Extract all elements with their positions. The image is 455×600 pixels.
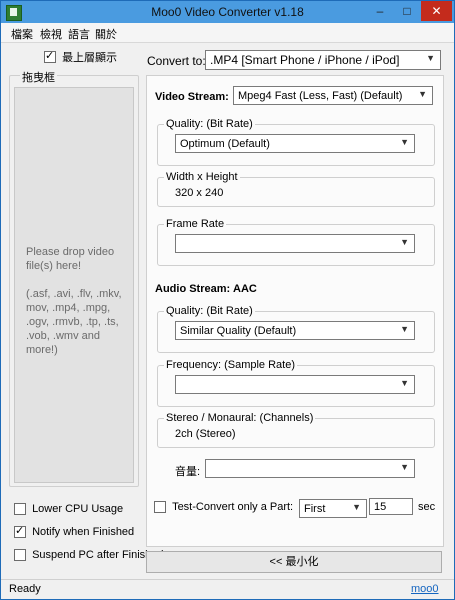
- drop-format-list: (.asf, .avi, .flv, .mkv, mov, .mp4, .mpg…: [26, 288, 122, 356]
- notify-finished-option[interactable]: Notify when Finished: [14, 524, 135, 539]
- menu-file[interactable]: 檔案: [11, 26, 33, 42]
- seconds-unit: sec: [418, 501, 436, 513]
- audio-quality-select[interactable]: Similar Quality (Default) ▼: [175, 321, 415, 340]
- audio-quality-value: Similar Quality (Default): [180, 325, 297, 337]
- audio-stream-label: Audio Stream:: [155, 283, 231, 295]
- menu-bar: 檔案 檢視 語言 關於: [1, 23, 454, 43]
- chevron-down-icon: ▼: [426, 53, 435, 63]
- suspend-checkbox[interactable]: [14, 549, 26, 562]
- channels-group: Stereo / Monaural: (Channels) 2ch (Stere…: [157, 412, 435, 448]
- menu-view[interactable]: 檢視: [40, 26, 62, 42]
- test-part-select[interactable]: First ▼: [299, 499, 367, 518]
- menu-language[interactable]: 語言: [68, 26, 90, 42]
- convert-to-select[interactable]: .MP4 [Smart Phone / iPhone / iPod] ▼: [205, 50, 441, 70]
- volume-select[interactable]: ▼: [205, 459, 415, 478]
- convert-to-label: Convert to:: [147, 54, 206, 68]
- always-on-top-checkbox[interactable]: [44, 49, 56, 63]
- close-icon[interactable]: ✕: [421, 1, 452, 21]
- resolution-group: Width x Height 320 x 240: [157, 171, 435, 207]
- maximize-icon[interactable]: □: [394, 1, 420, 21]
- chevron-down-icon: ▼: [400, 137, 409, 147]
- test-part-value: First: [304, 503, 326, 515]
- drop-legend: 拖曳框: [20, 69, 57, 85]
- volume-label: 音量:: [175, 466, 201, 478]
- status-bar: Ready moo0: [1, 579, 454, 600]
- video-stream-select[interactable]: Mpeg4 Fast (Less, Fast) (Default) ▼: [233, 86, 433, 105]
- lower-cpu-option[interactable]: Lower CPU Usage: [14, 503, 124, 516]
- drop-zone[interactable]: Please drop video file(s) here! (.asf, .…: [14, 87, 134, 483]
- chevron-down-icon: ▼: [400, 324, 409, 334]
- video-quality-value: Optimum (Default): [180, 138, 270, 150]
- audio-quality-group: Quality: (Bit Rate) Similar Quality (Def…: [157, 305, 435, 353]
- video-quality-select[interactable]: Optimum (Default) ▼: [175, 134, 415, 153]
- chevron-down-icon: ▼: [418, 89, 427, 99]
- video-stream-value: Mpeg4 Fast (Less, Fast) (Default): [238, 90, 403, 102]
- test-convert-label: Test-Convert only a Part:: [172, 501, 294, 514]
- lower-cpu-checkbox[interactable]: [14, 503, 26, 516]
- channels-value: 2ch (Stereo): [175, 428, 236, 440]
- chevron-down-icon: ▼: [400, 237, 409, 247]
- title-bar: Moo0 Video Converter v1.18 – □ ✕: [1, 1, 454, 23]
- notify-finished-label: Notify when Finished: [32, 526, 135, 539]
- test-seconds-input[interactable]: 15: [369, 498, 413, 515]
- frequency-group: Frequency: (Sample Rate) ▼: [157, 359, 435, 407]
- menu-about[interactable]: 關於: [95, 26, 117, 42]
- chevron-down-icon: ▼: [400, 462, 409, 472]
- settings-panel: Video Stream: Mpeg4 Fast (Less, Fast) (D…: [146, 75, 444, 547]
- test-convert-checkbox[interactable]: [154, 501, 166, 514]
- test-convert-option[interactable]: Test-Convert only a Part:: [154, 501, 294, 514]
- audio-quality-title: Quality: (Bit Rate): [164, 305, 255, 317]
- minimize-icon[interactable]: –: [367, 1, 393, 21]
- always-on-top-label: 最上層顯示: [62, 52, 118, 64]
- chevron-down-icon: ▼: [352, 502, 361, 512]
- convert-to-value: .MP4 [Smart Phone / iPhone / iPod]: [210, 53, 400, 67]
- audio-stream-value: AAC: [233, 283, 257, 295]
- drop-instruction: Please drop video file(s) here!: [26, 246, 115, 272]
- video-quality-group: Quality: (Bit Rate) Optimum (Default) ▼: [157, 118, 435, 166]
- always-on-top-option[interactable]: 最上層顯示: [44, 49, 117, 65]
- channels-title: Stereo / Monaural: (Channels): [164, 412, 316, 424]
- app-window: Moo0 Video Converter v1.18 – □ ✕ 檔案 檢視 語…: [0, 0, 455, 600]
- chevron-down-icon: ▼: [400, 378, 409, 388]
- lower-cpu-label: Lower CPU Usage: [32, 503, 124, 516]
- minimize-view-button[interactable]: << 最小化: [146, 551, 442, 573]
- moo0-link[interactable]: moo0: [411, 583, 439, 595]
- notify-finished-checkbox[interactable]: [14, 524, 26, 539]
- video-stream-label: Video Stream:: [155, 91, 229, 103]
- resolution-value: 320 x 240: [175, 187, 224, 199]
- status-text: Ready: [9, 583, 41, 595]
- suspend-label: Suspend PC after Finished: [32, 549, 164, 562]
- test-seconds-value: 15: [374, 501, 387, 513]
- suspend-option[interactable]: Suspend PC after Finished: [14, 549, 164, 562]
- resolution-title: Width x Height: [164, 171, 240, 183]
- frame-rate-select[interactable]: ▼: [175, 234, 415, 253]
- video-quality-title: Quality: (Bit Rate): [164, 118, 255, 130]
- frequency-title: Frequency: (Sample Rate): [164, 359, 297, 371]
- frame-rate-group: Frame Rate ▼: [157, 218, 435, 266]
- frame-rate-title: Frame Rate: [164, 218, 227, 230]
- frequency-select[interactable]: ▼: [175, 375, 415, 394]
- drop-group: 拖曳框 Please drop video file(s) here! (.as…: [9, 69, 139, 487]
